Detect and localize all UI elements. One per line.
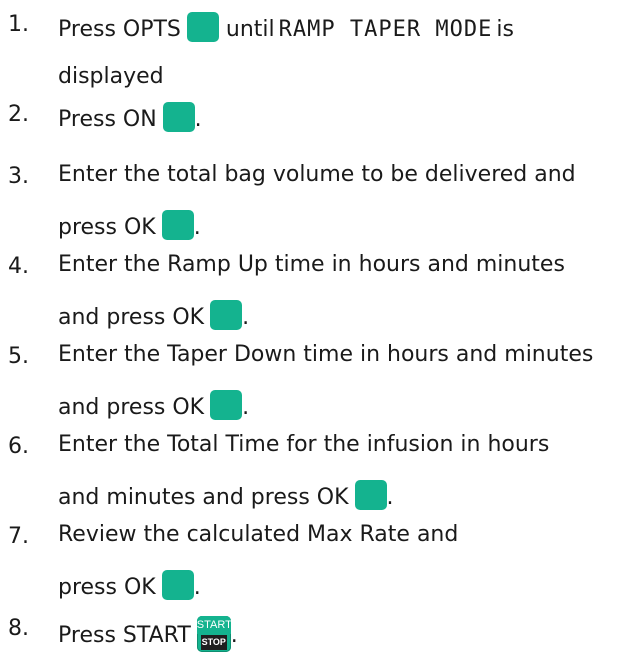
- step-number: 2.: [8, 102, 29, 127]
- ok-key-icon: [161, 570, 194, 600]
- step-text-segment: .: [230, 623, 238, 648]
- step-text-segment: and minutes and press OK: [58, 485, 349, 510]
- step-line: press OK.: [58, 210, 622, 240]
- step-line: Enter the Ramp Up time in hours and minu…: [58, 252, 565, 277]
- step-number: 6.: [8, 434, 29, 459]
- ok-key-icon: [210, 300, 243, 330]
- step-line: Enter the Total Time for the infusion in…: [58, 432, 550, 457]
- opts-key-icon: [186, 12, 219, 42]
- on-key-icon: [162, 102, 195, 132]
- ok-key-icon: [354, 480, 387, 510]
- step-text-segment: Press ON: [58, 107, 157, 132]
- step-text-segment: .: [242, 305, 250, 330]
- step-text-segment: until: [225, 17, 275, 42]
- step-text-segment: .: [193, 215, 201, 240]
- step-text: Press OPTS until RAMP TAPER MODE is displa…: [58, 12, 622, 88]
- step-line: and press OK.: [58, 300, 622, 330]
- step-text-segment: and press OK: [58, 395, 205, 420]
- step-text-segment: press OK: [58, 575, 156, 600]
- step-number: 5.: [8, 344, 29, 369]
- step-text: Review the calculated Max Rate and press…: [58, 524, 622, 600]
- step-line: Enter the total bag volume to be deliver…: [58, 162, 576, 187]
- step-line: and minutes and press OK.: [58, 480, 622, 510]
- step-line: Review the calculated Max Rate and: [58, 522, 459, 547]
- step-text-segment: .: [386, 485, 394, 510]
- step-text-segment: Press OPTS: [58, 17, 181, 42]
- step-text: Press START START STOP.: [58, 616, 622, 652]
- mode-display-text: RAMP TAPER MODE: [278, 17, 493, 42]
- step-text-segment: Press START: [58, 623, 191, 648]
- step-text-segment: .: [194, 107, 202, 132]
- step-text-segment: press OK: [58, 215, 156, 240]
- step-text: Press ON.: [58, 102, 622, 132]
- step-text: Enter the Taper Down time in hours and m…: [58, 344, 622, 420]
- step-line: Press START START STOP.: [58, 616, 622, 652]
- step-number: 8.: [8, 616, 29, 641]
- step-line: and press OK.: [58, 390, 622, 420]
- ok-key-icon: [161, 210, 194, 240]
- step-text: Enter the Total Time for the infusion in…: [58, 434, 622, 510]
- step-number: 7.: [8, 524, 29, 549]
- step-text: Enter the total bag volume to be deliver…: [58, 164, 622, 240]
- step-text: Enter the Ramp Up time in hours and minu…: [58, 254, 622, 330]
- step-number: 4.: [8, 254, 29, 279]
- start-stop-key-icon: START STOP: [196, 616, 231, 652]
- step-line: press OK.: [58, 570, 622, 600]
- step-line: Enter the Taper Down time in hours and m…: [58, 342, 594, 367]
- step-number: 1.: [8, 12, 29, 37]
- step-text-segment: is: [496, 17, 514, 42]
- stop-key-label: STOP: [200, 635, 227, 650]
- start-key-label: START: [196, 616, 231, 634]
- step-number: 3.: [8, 164, 29, 189]
- step-text-segment: .: [242, 395, 250, 420]
- step-text-segment: and press OK: [58, 305, 205, 330]
- step-line: displayed: [58, 64, 164, 89]
- step-line: Press OPTS until RAMP TAPER MODE is: [58, 12, 622, 42]
- step-line: Press ON.: [58, 102, 622, 132]
- step-text-segment: .: [193, 575, 201, 600]
- ok-key-icon: [210, 390, 243, 420]
